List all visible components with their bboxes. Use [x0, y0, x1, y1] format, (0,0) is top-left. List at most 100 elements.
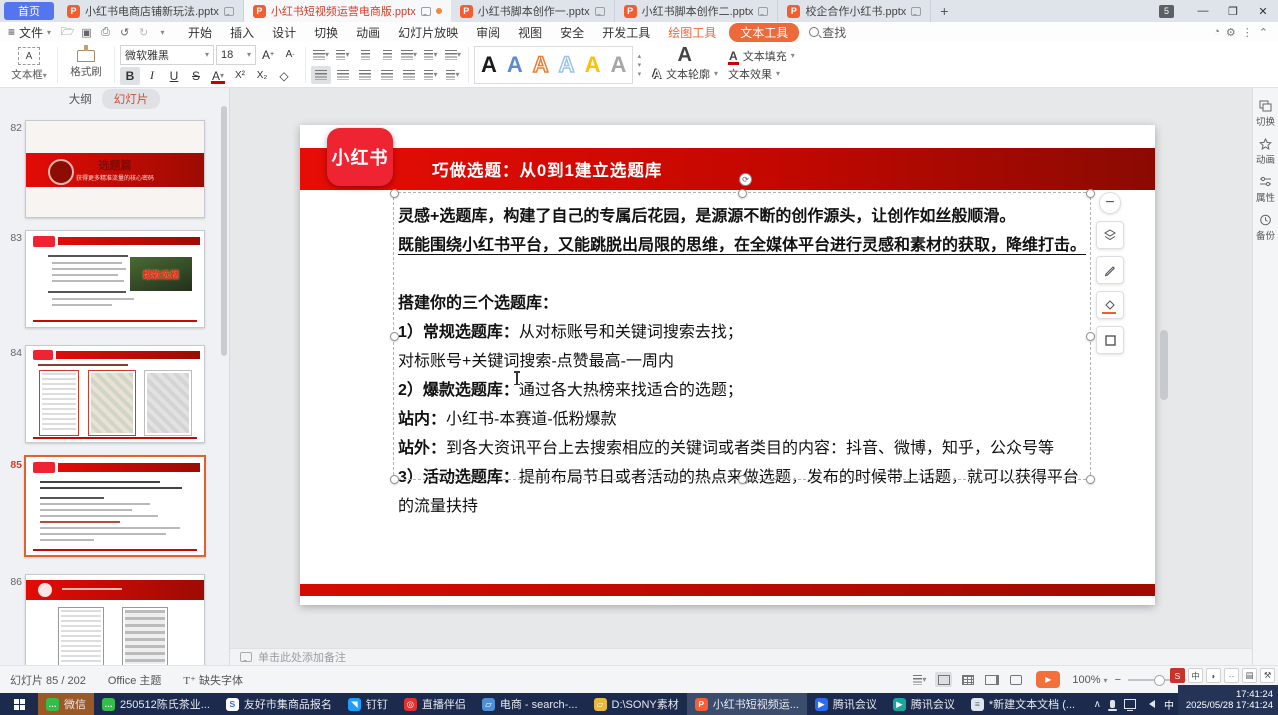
network-icon[interactable]: [1124, 699, 1136, 709]
undo-icon[interactable]: ↺: [116, 24, 133, 40]
text-align-more-button[interactable]: ▾: [443, 66, 463, 84]
paragraph-settings-button[interactable]: ▾: [421, 46, 441, 64]
increase-indent-button[interactable]: [377, 46, 397, 64]
wordart-style[interactable]: A: [507, 54, 523, 76]
new-tab-button[interactable]: +: [931, 0, 957, 22]
sidebar-properties[interactable]: 属性: [1256, 176, 1275, 204]
menu-draw-tools[interactable]: 绘图工具: [659, 24, 725, 41]
comment-bubble-icon[interactable]: [224, 7, 234, 16]
menu-安全[interactable]: 安全: [551, 24, 593, 41]
slideshow-play-button[interactable]: ▶: [1036, 671, 1060, 688]
comment-bubble-icon[interactable]: [421, 7, 431, 16]
wordart-gallery-scroll[interactable]: ▴▾▾: [633, 52, 645, 78]
slide-85-canvas[interactable]: 小红书 巧做选题：从0到1建立选题库 灵感+选题库，构建了自己的专属后花园，是源…: [300, 125, 1155, 605]
home-button[interactable]: 首页: [4, 2, 54, 20]
increase-font-button[interactable]: A+: [258, 46, 278, 64]
comment-bubble-icon[interactable]: [595, 7, 605, 16]
menu-审阅[interactable]: 审阅: [467, 24, 509, 41]
notes-bar[interactable]: 单击此处添加备注: [230, 648, 1252, 665]
wordart-style[interactable]: A: [585, 54, 601, 76]
bullet-list-button[interactable]: ▾: [311, 46, 331, 64]
wordart-style[interactable]: A: [481, 54, 497, 76]
wordart-style[interactable]: A: [610, 54, 626, 76]
decrease-font-button[interactable]: A-: [280, 46, 300, 64]
save-icon[interactable]: ▣: [78, 24, 95, 40]
font-size-select[interactable]: 18▾: [216, 45, 256, 65]
ime-keyboard-icon[interactable]: ▤: [1242, 668, 1257, 683]
palette-collapse-button[interactable]: −: [1099, 192, 1121, 214]
ime-mode-icon[interactable]: 中: [1188, 668, 1203, 683]
ribbon-search[interactable]: 查找: [803, 24, 852, 41]
layers-button[interactable]: [1096, 221, 1124, 249]
ime-indicator[interactable]: 中: [1164, 697, 1174, 712]
font-color-button[interactable]: A▾: [208, 67, 228, 85]
taskbar-item[interactable]: P小红书短视频运...: [687, 693, 807, 715]
gear-icon[interactable]: ⚙: [1226, 26, 1236, 39]
xiaohongshu-logo[interactable]: 小红书: [327, 128, 393, 186]
document-tab[interactable]: P小红书电商店铺新玩法.pptx: [58, 0, 244, 22]
slide-body-text[interactable]: 灵感+选题库，构建了自己的专属后花园，是源源不断的创作源头，让创作如丝般顺滑。既…: [398, 202, 1098, 521]
menu-幻灯片放映[interactable]: 幻灯片放映: [389, 24, 467, 41]
strikethrough-button[interactable]: S: [186, 67, 206, 85]
taskbar-item[interactable]: ◎直播伴侣: [396, 693, 474, 715]
start-button[interactable]: [0, 693, 38, 715]
taskbar-item[interactable]: …250512陈氏茶业...: [94, 693, 218, 715]
superscript-button[interactable]: X²: [230, 67, 250, 85]
sidebar-backup[interactable]: 备份: [1256, 214, 1275, 242]
slide-thumbnail-86[interactable]: [25, 574, 205, 666]
quick-access-more-icon[interactable]: ▾: [154, 24, 171, 40]
menu-动画[interactable]: 动画: [347, 24, 389, 41]
text-effect-button[interactable]: 文本效果▾: [728, 66, 795, 82]
collapse-ribbon-icon[interactable]: ⌃: [1259, 26, 1268, 39]
taskbar-clock[interactable]: 17:41:24 2025/05/28 17:41:24: [1178, 685, 1278, 715]
slide-title[interactable]: 巧做选题：从0到1建立选题库: [432, 148, 662, 190]
taskbar-item[interactable]: ▱D:\SONY素材: [586, 693, 687, 715]
missing-font-warning[interactable]: T⁺ 缺失字体: [183, 672, 243, 688]
zoom-out-button[interactable]: −: [1115, 674, 1121, 686]
insert-textbox-button[interactable]: A 文本框▾: [6, 47, 52, 82]
comment-bubble-icon[interactable]: [911, 7, 921, 16]
taskbar-item[interactable]: ◥钉钉: [340, 693, 396, 715]
taskbar-item[interactable]: S友好市集商品报名: [218, 693, 340, 715]
slide-title-banner[interactable]: [300, 148, 1155, 190]
tab-count-badge[interactable]: 5: [1159, 5, 1174, 18]
taskbar-item[interactable]: …微信: [38, 693, 94, 715]
notes-toggle-button[interactable]: ▾: [911, 672, 928, 687]
ime-punctuation-icon[interactable]: ··: [1224, 668, 1239, 683]
sidebar-animation[interactable]: 动画: [1256, 138, 1275, 166]
edit-pen-button[interactable]: [1096, 256, 1124, 284]
align-right-button[interactable]: [355, 66, 375, 84]
taskbar-item[interactable]: ▶腾讯会议: [885, 693, 963, 715]
comment-bubble-icon[interactable]: [758, 7, 768, 16]
wordart-style[interactable]: A: [533, 54, 549, 76]
slide-sorter-button[interactable]: [959, 672, 976, 687]
hidden-icons-chevron[interactable]: ∧: [1094, 699, 1101, 710]
menu-视图[interactable]: 视图: [509, 24, 551, 41]
slide-thumbnail-83[interactable]: 爆款选题: [25, 230, 205, 328]
rotate-handle[interactable]: ⟳: [739, 173, 752, 186]
theme-icon[interactable]: ◔: [1213, 26, 1220, 38]
theme-name[interactable]: Office 主题: [108, 672, 162, 688]
slide-thumbnail-84[interactable]: [25, 345, 205, 443]
text-outline-button[interactable]: A 文本轮廓▾: [651, 66, 718, 82]
ime-tools-icon[interactable]: ⚒: [1260, 668, 1275, 683]
file-menu[interactable]: ≡ 文件▾: [0, 24, 59, 41]
thumbnail-scrollbar[interactable]: [221, 106, 227, 356]
underline-button[interactable]: U: [164, 67, 184, 85]
taskbar-item[interactable]: ▱电商 - search-...: [474, 693, 586, 715]
open-icon[interactable]: 🗁: [59, 24, 76, 40]
columns-button[interactable]: ▾: [421, 66, 441, 84]
wordart-style[interactable]: A: [559, 54, 575, 76]
ime-moon-icon[interactable]: ◗: [1206, 668, 1221, 683]
menu-设计[interactable]: 设计: [263, 24, 305, 41]
taskbar-item[interactable]: ▶腾讯会议: [807, 693, 885, 715]
minimize-button[interactable]: —: [1188, 0, 1218, 22]
font-name-select[interactable]: 微软雅黑▾: [120, 45, 214, 65]
document-tab[interactable]: P小红书脚本创作一.pptx: [451, 0, 615, 22]
slide-thumbnail-82[interactable]: 选题篇 获得更多精准流量的核心密码: [25, 120, 205, 218]
bold-button[interactable]: B: [120, 67, 140, 85]
numbered-list-button[interactable]: ▾: [333, 46, 353, 64]
tab-slides[interactable]: 幻灯片: [102, 89, 161, 109]
decrease-indent-button[interactable]: [355, 46, 375, 64]
restore-button[interactable]: ❐: [1218, 0, 1248, 22]
